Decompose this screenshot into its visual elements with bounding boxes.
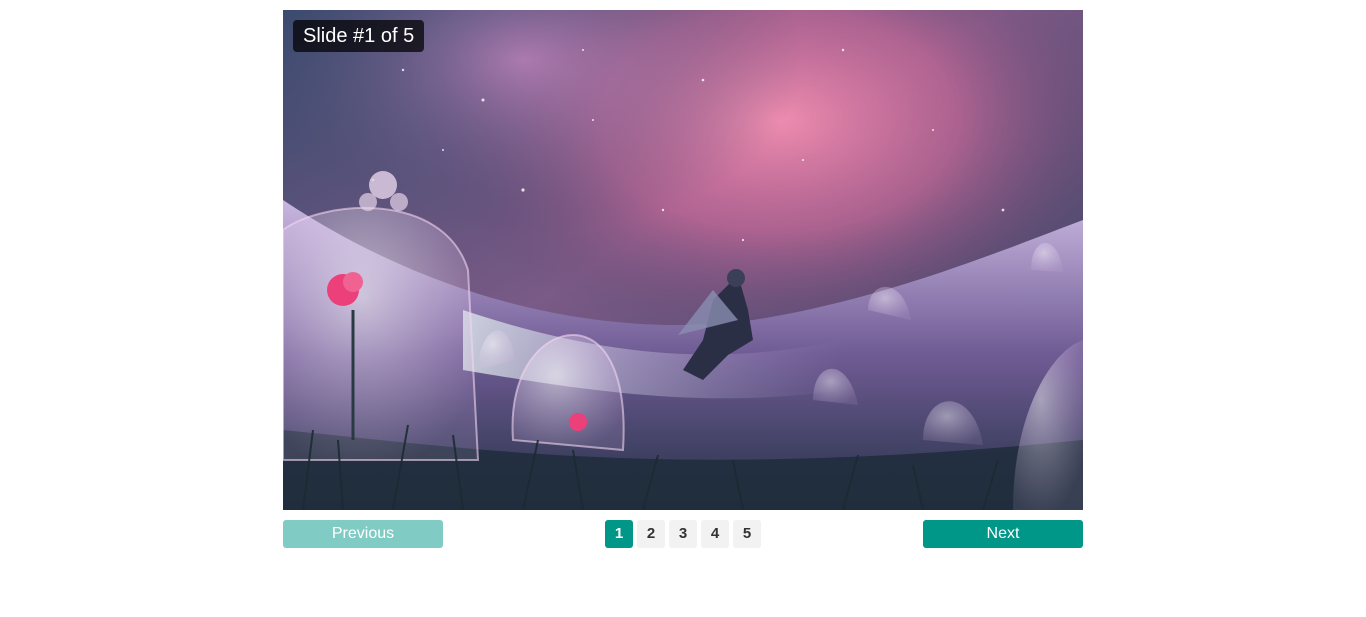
page-button-4[interactable]: 4 xyxy=(701,520,729,548)
page-button-3[interactable]: 3 xyxy=(669,520,697,548)
slide-caption: Slide #1 of 5 xyxy=(293,20,425,52)
previous-button[interactable]: Previous xyxy=(283,520,443,548)
slide-image xyxy=(283,10,1083,510)
page-button-2[interactable]: 2 xyxy=(637,520,665,548)
pagination: 1 2 3 4 5 xyxy=(605,520,761,548)
slider-controls: Previous 1 2 3 4 5 Next xyxy=(283,520,1083,548)
slide-stage: Slide #1 of 5 xyxy=(283,10,1083,510)
image-slider: Slide #1 of 5 Previous 1 2 3 4 5 Next xyxy=(283,10,1083,548)
page-button-1[interactable]: 1 xyxy=(605,520,633,548)
page-button-5[interactable]: 5 xyxy=(733,520,761,548)
next-button[interactable]: Next xyxy=(923,520,1083,548)
